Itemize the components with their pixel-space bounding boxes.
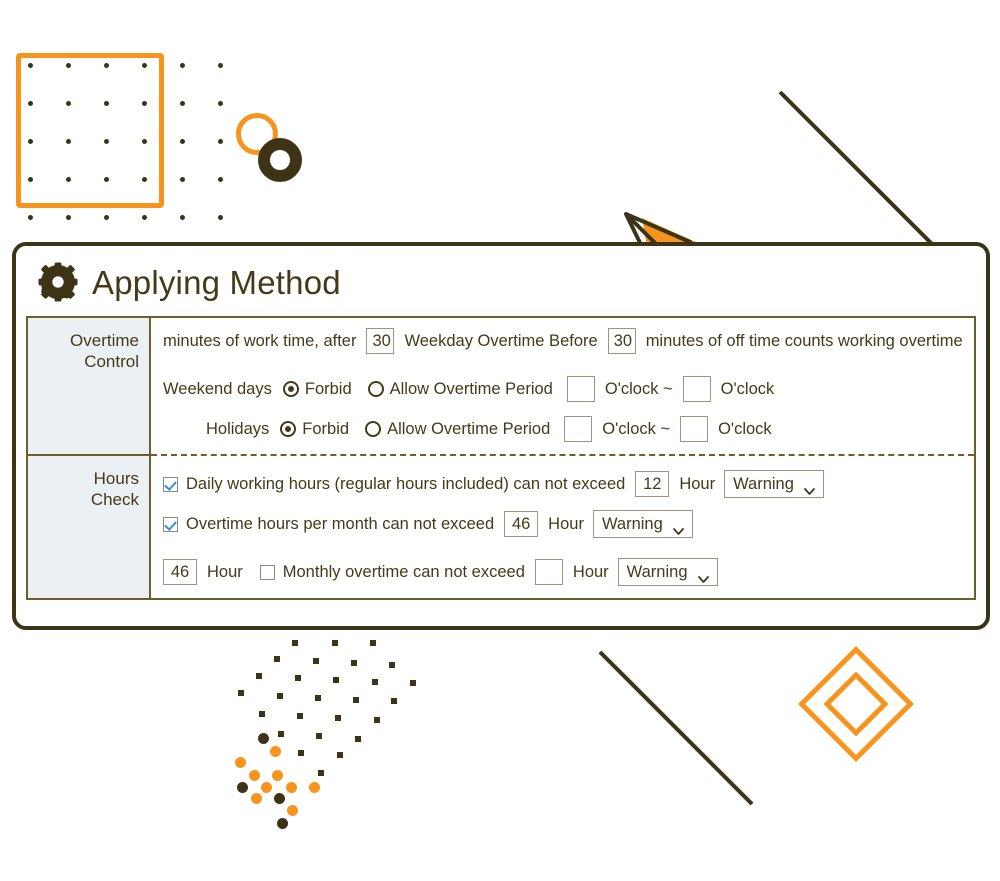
weekday-text-after: minutes of off time counts working overt… xyxy=(645,331,963,350)
scatter-dots-decoration xyxy=(220,640,450,840)
daily-hours-action-value: Warning xyxy=(733,474,794,493)
holidays-row: Holidays Forbid Allow Overtime Period O'… xyxy=(163,416,966,442)
diamond-decoration xyxy=(798,646,914,762)
monthly-left-unit: Hour xyxy=(207,562,243,581)
monthly-overtime-limit-action-select[interactable]: Warning xyxy=(617,558,718,586)
weekday-overtime-row: minutes of work time, after 30 Weekday O… xyxy=(163,328,966,354)
orange-square-outline-decoration xyxy=(16,53,164,208)
monthly-overtime-value-input[interactable]: 46 xyxy=(504,511,539,537)
weekend-oclock-to-label: O'clock xyxy=(720,379,775,398)
weekend-forbid-radio[interactable] xyxy=(282,381,299,397)
daily-hours-value-input[interactable]: 12 xyxy=(635,471,670,497)
panel-header: Applying Method xyxy=(16,246,986,310)
monthly-overtime-action-select[interactable]: Warning xyxy=(592,510,693,538)
holidays-forbid-radio-group[interactable]: Forbid xyxy=(280,420,349,439)
row-label-hours-check: Hours Check xyxy=(27,454,151,599)
weekend-oclock-from-label: O'clock ~ xyxy=(604,379,673,398)
settings-table: Overtime Control minutes of work time, a… xyxy=(26,316,976,600)
weekend-allow-radio[interactable] xyxy=(367,381,384,397)
chevron-down-icon xyxy=(672,521,684,535)
monthly-overtime-checkbox[interactable] xyxy=(163,516,178,532)
weekday-text-before: minutes of work time, after xyxy=(163,331,357,350)
hatch-lines-bottom-left-decoration xyxy=(0,587,260,840)
weekend-forbid-label: Forbid xyxy=(304,379,352,398)
holidays-forbid-label: Forbid xyxy=(302,419,350,438)
weekday-text-middle: Weekday Overtime Before xyxy=(404,331,598,350)
daily-hours-label: Daily working hours (regular hours inclu… xyxy=(186,474,626,493)
row-label-line1: Overtime xyxy=(70,331,139,350)
hatch-lines-top-right-decoration xyxy=(770,17,1000,260)
dark-ring-decoration xyxy=(258,138,302,182)
weekday-minutes-input-1[interactable]: 30 xyxy=(366,328,395,354)
applying-method-panel: Applying Method Overtime Control minutes… xyxy=(12,242,990,630)
weekend-days-label: Weekend days xyxy=(163,379,272,398)
chevron-down-icon xyxy=(697,569,709,583)
monthly-overtime-limit-unit: Hour xyxy=(572,562,609,581)
weekend-forbid-radio-group[interactable]: Forbid xyxy=(282,379,352,399)
holidays-time-to-input[interactable] xyxy=(680,416,709,442)
holidays-oclock-to-label: O'clock xyxy=(718,419,772,438)
monthly-overtime-label: Overtime hours per month can not exceed xyxy=(186,514,495,533)
row-label-overtime-control: Overtime Control xyxy=(27,317,151,455)
daily-hours-row: Daily working hours (regular hours inclu… xyxy=(163,470,966,498)
weekend-allow-radio-group[interactable]: Allow Overtime Period xyxy=(367,379,553,399)
holidays-allow-radio[interactable] xyxy=(365,421,382,437)
orange-ring-decoration xyxy=(236,113,278,155)
chevron-down-icon xyxy=(804,481,815,495)
holidays-allow-label: Allow Overtime Period xyxy=(387,419,551,438)
weekday-minutes-input-2[interactable]: 30 xyxy=(607,328,636,354)
row-label-line2: Check xyxy=(90,490,139,510)
weekend-time-to-input[interactable] xyxy=(682,376,711,402)
monthly-overtime-limit-checkbox[interactable] xyxy=(259,564,275,580)
monthly-left-value-input[interactable]: 46 xyxy=(163,559,197,585)
holidays-oclock-from-label: O'clock ~ xyxy=(602,419,671,438)
weekend-days-row: Weekend days Forbid Allow Overtime Perio… xyxy=(163,376,966,402)
monthly-overtime-action-value: Warning xyxy=(601,514,663,533)
monthly-overtime-hours-row: Overtime hours per month can not exceed … xyxy=(163,510,966,538)
daily-hours-checkbox[interactable] xyxy=(163,476,178,492)
gear-icon xyxy=(38,262,78,302)
daily-hours-action-select[interactable]: Warning xyxy=(724,470,824,498)
page-title: Applying Method xyxy=(92,263,341,301)
holidays-allow-radio-group[interactable]: Allow Overtime Period xyxy=(365,420,550,439)
monthly-overtime-limit-value-input[interactable] xyxy=(534,559,563,585)
daily-hours-unit: Hour xyxy=(679,474,716,493)
monthly-overtime-limit-action-value: Warning xyxy=(626,562,688,581)
monthly-overtime-limit-label: Monthly overtime can not exceed xyxy=(282,562,525,581)
table-row-hours-check: Hours Check Daily working hours (regular… xyxy=(27,454,975,599)
hatch-lines-bottom-right-decoration xyxy=(590,597,850,800)
weekend-allow-label: Allow Overtime Period xyxy=(389,379,553,398)
holidays-label: Holidays xyxy=(206,419,270,438)
row-body-hours-check: Daily working hours (regular hours inclu… xyxy=(150,454,975,599)
monthly-overtime-unit: Hour xyxy=(548,514,584,533)
dot-grid-decoration xyxy=(10,48,223,258)
row-label-line2: Control xyxy=(84,352,139,372)
table-row-overtime-control: Overtime Control minutes of work time, a… xyxy=(27,317,975,455)
holidays-time-from-input[interactable] xyxy=(564,416,593,442)
row-body-overtime-control: minutes of work time, after 30 Weekday O… xyxy=(150,317,975,455)
weekend-time-from-input[interactable] xyxy=(566,376,595,402)
monthly-overtime-limit-row: 46 Hour Monthly overtime can not exceed … xyxy=(163,558,966,586)
row-label-line1: Hours xyxy=(93,469,139,488)
holidays-forbid-radio[interactable] xyxy=(280,421,297,437)
